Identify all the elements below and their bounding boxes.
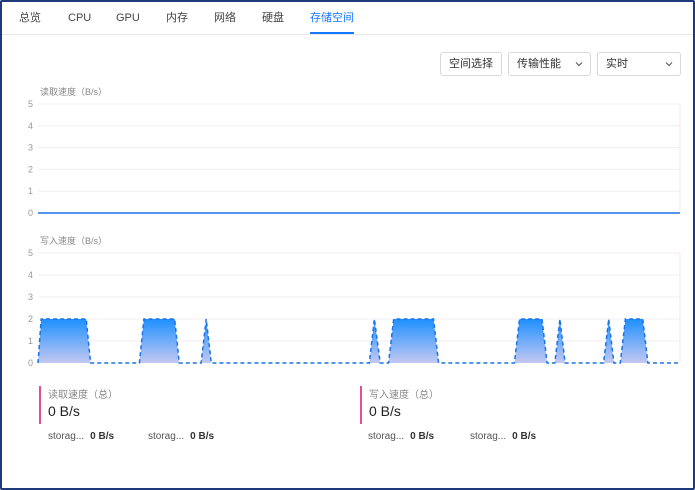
read-device-item: storag... 0 B/s xyxy=(48,431,114,442)
write-device-item: storag... 0 B/s xyxy=(368,431,434,442)
y-tick-label: 5 xyxy=(28,99,33,109)
device-value: 0 B/s xyxy=(190,431,215,442)
y-tick-label: 4 xyxy=(28,121,33,131)
device-name: storag... xyxy=(148,431,185,442)
read-total-value: 0 B/s xyxy=(48,403,80,419)
y-tick-label: 1 xyxy=(28,336,33,346)
y-tick-label: 0 xyxy=(28,358,33,368)
y-tick-label: 4 xyxy=(28,270,33,280)
write-total-value: 0 B/s xyxy=(369,403,401,419)
y-tick-label: 2 xyxy=(28,164,33,174)
device-name: storag... xyxy=(48,431,85,442)
write-total-label: 写入速度（总） xyxy=(369,390,439,401)
y-tick-label: 2 xyxy=(28,314,33,324)
device-value: 0 B/s xyxy=(512,431,537,442)
write-speed-chart: 0 1 2 3 4 5 xyxy=(28,248,681,368)
write-device-item: storag... 0 B/s xyxy=(470,431,536,442)
write-total-stat: 写入速度（总） 0 B/s xyxy=(360,386,439,424)
y-tick-label: 1 xyxy=(28,186,33,196)
read-total-stat: 读取速度（总） 0 B/s xyxy=(39,386,118,424)
y-tick-label: 0 xyxy=(28,208,33,218)
read-speed-chart: 0 1 2 3 4 5 xyxy=(28,99,681,218)
device-name: storag... xyxy=(470,431,507,442)
device-value: 0 B/s xyxy=(410,431,435,442)
y-tick-label: 5 xyxy=(28,248,33,258)
y-tick-label: 3 xyxy=(28,143,33,153)
device-value: 0 B/s xyxy=(90,431,115,442)
read-device-item: storag... 0 B/s xyxy=(148,431,214,442)
read-total-label: 读取速度（总） xyxy=(48,390,118,401)
device-name: storag... xyxy=(368,431,405,442)
y-tick-label: 3 xyxy=(28,292,33,302)
